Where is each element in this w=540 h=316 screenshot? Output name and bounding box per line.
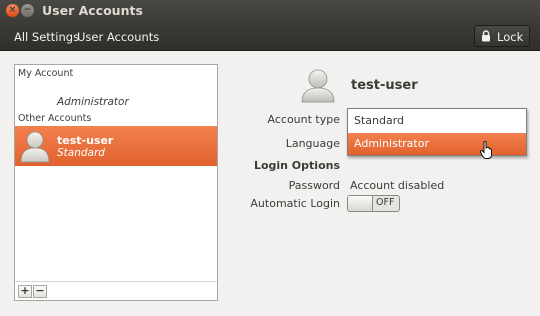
other-accounts-heading: Other Accounts [18,113,92,124]
account-type-option-administrator[interactable]: Administrator [348,133,526,155]
account-type-option-standard[interactable]: Standard [348,110,526,132]
user-row-role: Standard [57,147,105,159]
lock-button[interactable]: Lock [474,25,530,47]
login-options-heading: Login Options [253,159,340,172]
toggle-knob [348,196,373,211]
my-account-heading: My Account [18,68,74,79]
list-divider [15,281,217,282]
selected-user-name[interactable]: test-user [351,78,418,93]
breadcrumb-all-settings[interactable]: All Settings [14,30,79,44]
breadcrumb-user-accounts[interactable]: User Accounts [77,30,159,44]
toggle-state-label: OFF [376,197,395,208]
automatic-login-label: Automatic Login [250,197,340,210]
minimize-button[interactable]: − [21,4,34,17]
toolbar: All Settings User Accounts Lock [0,22,540,51]
password-value[interactable]: Account disabled [350,179,444,192]
user-avatar-icon [20,131,50,163]
account-type-label: Account type [267,113,340,126]
remove-user-button[interactable]: − [33,285,47,298]
window-title: User Accounts [42,3,143,18]
user-row-test-user[interactable]: test-user Standard [15,126,217,166]
automatic-login-toggle[interactable]: OFF [347,195,400,212]
language-label: Language [285,137,340,150]
user-list: My Account Administrator Other Accounts … [14,64,218,301]
user-row-name: test-user [57,134,114,147]
user-accounts-window: × − User Accounts All Settings User Acco… [0,0,540,316]
my-account-role[interactable]: Administrator [57,96,129,108]
user-avatar-large-icon[interactable] [300,67,336,103]
lock-label: Lock [497,30,524,44]
mouse-pointer-icon [480,141,492,159]
close-button[interactable]: × [6,4,19,17]
account-type-dropdown-menu: Standard Administrator [347,108,527,156]
title-bar: × − User Accounts [0,0,540,22]
password-label: Password [288,179,340,192]
lock-icon [482,30,490,42]
add-user-button[interactable]: + [18,285,32,298]
